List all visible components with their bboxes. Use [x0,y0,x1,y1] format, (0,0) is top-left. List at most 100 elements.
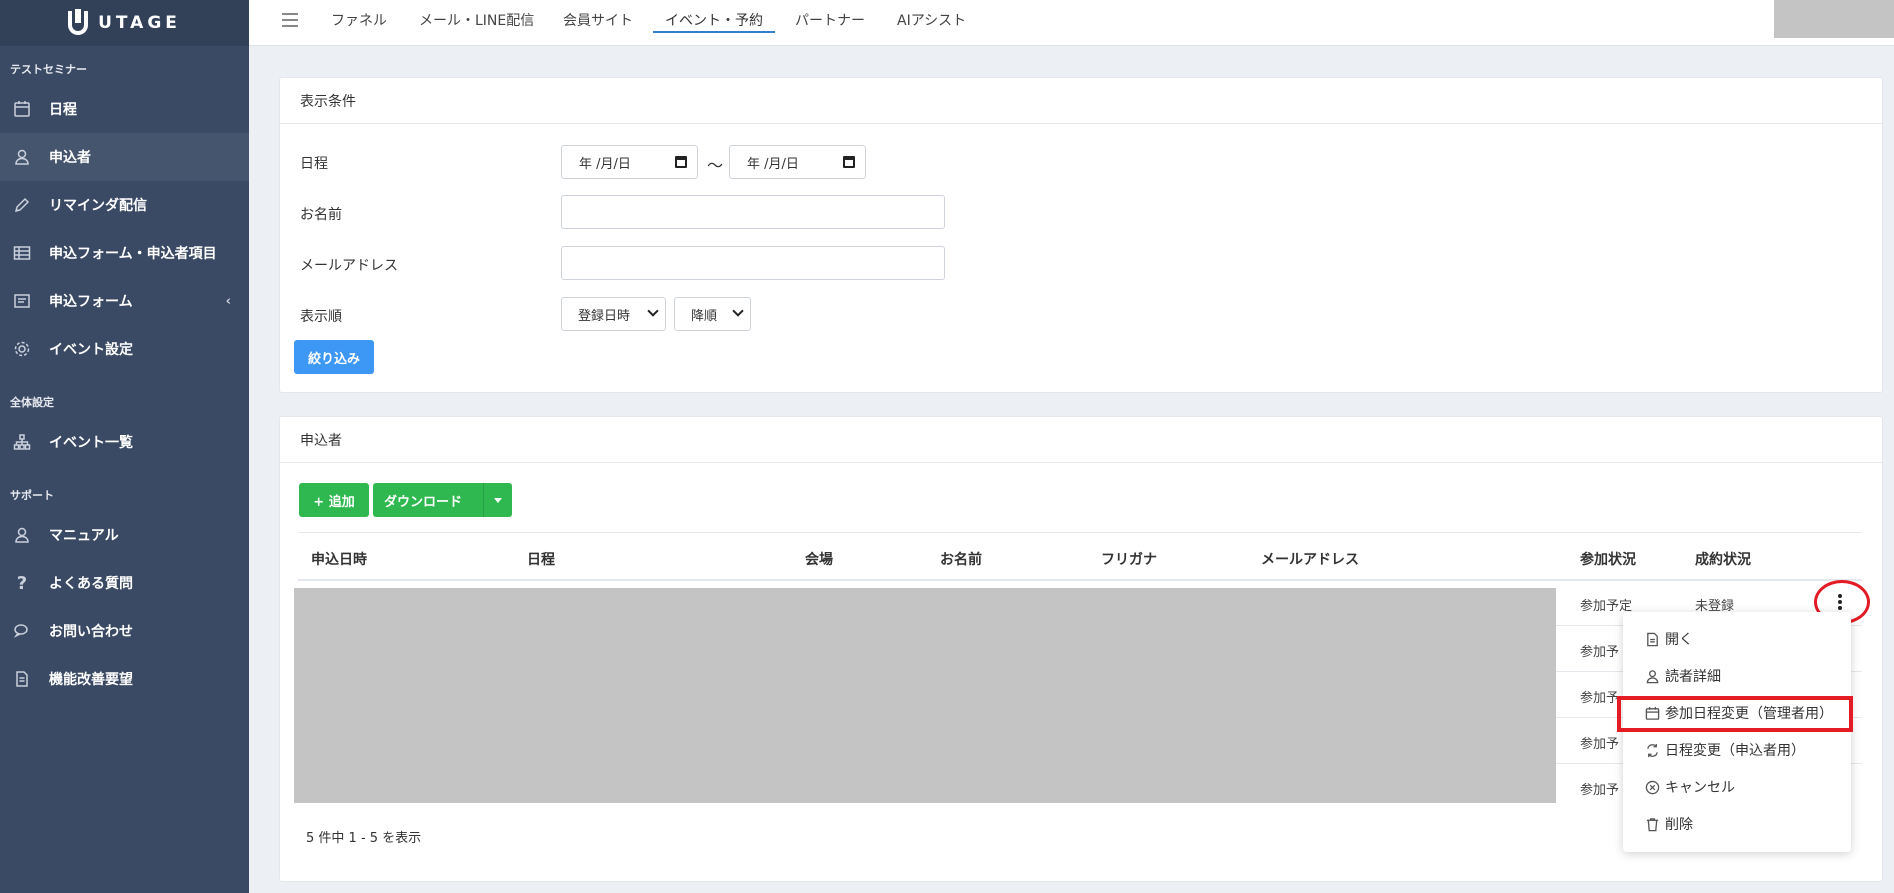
filter-card: 表示条件 日程 年 /月/日 〜 年 /月/日 お名前 メールアドレス 表示順 … [279,77,1883,393]
sitemap-icon [12,432,32,452]
chevron-down-icon [732,305,744,317]
sidebar-item-label: 機能改善要望 [49,672,133,688]
more-vertical-icon[interactable] [1838,594,1842,610]
pencil-icon [12,195,32,215]
menu-item-change-schedule-applicant[interactable]: 日程変更（申込者用） [1643,735,1805,765]
menu-item-reader-detail[interactable]: 読者詳細 [1643,661,1721,691]
sidebar-item-label: 申込フォーム [49,294,133,310]
download-button[interactable]: ダウンロード [373,483,512,517]
sidebar-item-label: 日程 [49,102,77,118]
email-label: メールアドレス [300,258,398,274]
attendance-status: 参加予 [1580,783,1620,798]
date-range-separator: 〜 [707,156,724,175]
nav-active-indicator [653,31,775,33]
attendance-status: 参加予定 [1580,599,1633,614]
sidebar-item-event-list[interactable]: イベント一覧 [0,418,249,466]
nav-event-reservation[interactable]: イベント・予約 [665,10,763,30]
attendance-status: 参加予 [1580,691,1620,706]
attendance-status: 参加予 [1580,737,1620,752]
sidebar-item-contact[interactable]: お問い合わせ [0,607,249,655]
sidebar-section-global: 全体設定 [10,396,54,409]
sidebar-item-label: マニュアル [49,528,119,544]
menu-item-delete[interactable]: 削除 [1643,809,1693,839]
calendar-picker-icon[interactable] [675,156,687,168]
sidebar-section-seminar: テストセミナー [10,63,87,76]
sidebar-item-label: イベント設定 [49,342,133,358]
sidebar-item-label: よくある質問 [49,576,133,592]
sidebar-item-schedule[interactable]: 日程 [0,85,249,133]
order-label: 表示順 [300,309,342,325]
filter-card-title: 表示条件 [280,78,1882,124]
column-header-contract[interactable]: 成約状況 [1695,549,1751,569]
gear-icon [12,339,32,359]
applicants-card-title: 申込者 [280,417,1882,463]
chat-icon [12,621,32,641]
cancel-circle-icon [1643,778,1661,796]
pagination-summary: 5 件中 1 - 5 を表示 [306,831,422,846]
date-from-input[interactable]: 年 /月/日 [561,145,698,179]
exchange-icon [1643,741,1661,759]
nav-funnel[interactable]: ファネル [331,10,387,30]
form-icon [12,291,32,311]
date-to-input[interactable]: 年 /月/日 [729,145,866,179]
column-header-email[interactable]: メールアドレス [1261,549,1359,569]
chevron-left-icon: ‹ [225,293,231,309]
column-header-furigana[interactable]: フリガナ [1101,549,1157,569]
menu-highlight-annotation [1617,696,1853,732]
sidebar-item-feature-request[interactable]: 機能改善要望 [0,655,249,703]
menu-item-cancel[interactable]: キャンセル [1643,772,1735,802]
sidebar-item-applicants[interactable]: 申込者 [0,133,249,181]
nav-mail-line[interactable]: メール・LINE配信 [419,10,534,30]
sidebar-section-support: サポート [10,489,54,502]
user-icon [12,525,32,545]
nav-partner[interactable]: パートナー [795,10,865,30]
sidebar-item-manual[interactable]: マニュアル [0,511,249,559]
sidebar-item-event-settings[interactable]: イベント設定 [0,325,249,373]
nav-ai-assist[interactable]: AIアシスト [897,10,966,30]
table-icon [12,243,32,263]
name-input[interactable] [561,195,945,229]
sidebar-item-faq[interactable]: ? よくある質問 [0,559,249,607]
table-top-border [298,532,1862,533]
user-account-area[interactable] [1774,0,1894,38]
user-icon [12,147,32,167]
hamburger-menu-icon[interactable] [282,13,298,27]
order-field-select[interactable]: 登録日時 [561,297,666,331]
attendance-status: 参加予 [1580,645,1620,660]
logo-text: UTAGE [98,13,181,33]
column-header-venue[interactable]: 会場 [805,549,833,569]
sidebar-item-label: お問い合わせ [49,624,133,640]
utage-logo-icon [68,9,89,35]
logo[interactable]: UTAGE [0,0,249,46]
sidebar-item-label: イベント一覧 [49,435,133,451]
document-icon [12,669,32,689]
file-icon [1643,630,1661,648]
sidebar-item-label: リマインダ配信 [49,198,147,214]
caret-down-icon[interactable] [494,498,502,503]
nav-member-site[interactable]: 会員サイト [563,10,633,30]
menu-item-open[interactable]: 開く [1643,624,1693,654]
column-header-name[interactable]: お名前 [940,549,982,569]
redacted-applicant-data [294,588,1556,803]
email-input[interactable] [561,246,945,280]
calendar-icon [12,99,32,119]
sidebar-item-label: 申込者 [49,150,91,166]
top-navigation: ファネル メール・LINE配信 会員サイト イベント・予約 パートナー AIアシ… [249,0,1894,46]
column-header-applied-at[interactable]: 申込日時 [311,549,367,569]
filter-submit-button[interactable]: 絞り込み [294,340,374,374]
sidebar-item-reminder[interactable]: リマインダ配信 [0,181,249,229]
order-direction-select[interactable]: 降順 [674,297,751,331]
sidebar: UTAGE テストセミナー 日程 申込者 リマインダ配信 申込フォーム・申込者項… [0,0,249,893]
trash-icon [1643,815,1661,833]
name-label: お名前 [300,207,342,223]
date-label: 日程 [300,156,328,172]
row-action-menu: 開く 読者詳細 参加日程変更（管理者用） 日程変更（申込者用） キャンセル 削除 [1623,612,1851,852]
column-header-schedule[interactable]: 日程 [527,549,555,569]
column-header-attendance[interactable]: 参加状況 [1580,549,1636,569]
calendar-picker-icon[interactable] [843,156,855,168]
table-header-border [298,579,1862,581]
sidebar-item-forms[interactable]: 申込フォーム ‹ [0,277,249,325]
sidebar-item-form-fields[interactable]: 申込フォーム・申込者項目 [0,229,249,277]
user-icon [1643,667,1661,685]
add-applicant-button[interactable]: + 追加 [299,483,369,517]
